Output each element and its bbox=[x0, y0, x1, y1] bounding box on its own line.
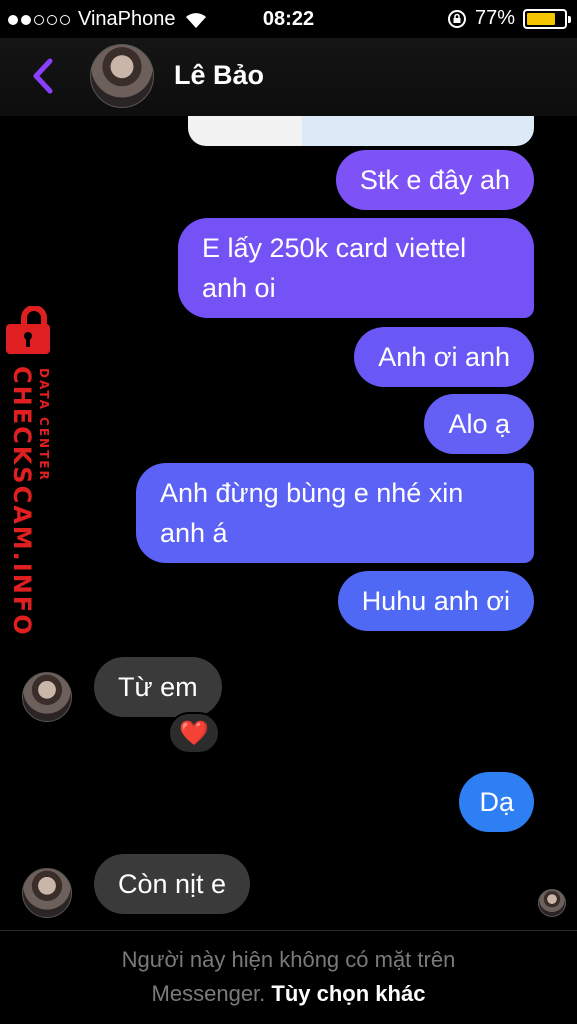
contact-avatar[interactable] bbox=[90, 44, 154, 108]
offline-notice-line2: Messenger. Tùy chọn khác bbox=[0, 977, 577, 1011]
status-right: 77% bbox=[447, 7, 571, 30]
battery-icon bbox=[523, 8, 571, 29]
watermark: CHECKSCAM.INFO DATA CENTER bbox=[0, 306, 70, 637]
battery-percent: 77% bbox=[474, 7, 515, 29]
message-bubble-outgoing[interactable]: Anh ơi anh bbox=[354, 327, 534, 387]
padlock-icon bbox=[6, 306, 50, 354]
message-bubble-outgoing[interactable]: E lấy 250k card viettel anh oi bbox=[178, 218, 534, 318]
offline-notice: Người này hiện không có mặt trên Messeng… bbox=[0, 930, 577, 1024]
offline-notice-messenger: Messenger. bbox=[151, 981, 266, 1006]
message-bubble-outgoing[interactable]: Anh đừng bùng e nhé xin anh á bbox=[136, 463, 534, 563]
offline-notice-line1: Người này hiện không có mặt trên bbox=[121, 947, 456, 972]
status-bar: VinaPhone 08:22 77% bbox=[0, 0, 577, 38]
seen-indicator-avatar bbox=[538, 889, 566, 917]
message-bubble-incoming[interactable]: Từ em bbox=[94, 657, 222, 717]
message-bubble-outgoing[interactable]: Huhu anh ơi bbox=[337, 571, 534, 631]
message-bubble-incoming[interactable]: Còn nịt e bbox=[94, 854, 251, 914]
contact-name[interactable]: Lê Bảo bbox=[174, 60, 264, 91]
conversation-header: Lê Bảo bbox=[0, 38, 577, 116]
sender-avatar[interactable] bbox=[22, 868, 72, 918]
sender-avatar[interactable] bbox=[22, 672, 72, 722]
watermark-subtitle: DATA CENTER bbox=[37, 368, 51, 482]
message-bubble-outgoing[interactable]: Dạ bbox=[459, 772, 534, 832]
back-chevron-icon[interactable] bbox=[28, 56, 58, 96]
rotation-lock-icon bbox=[447, 9, 466, 28]
watermark-title: CHECKSCAM.INFO bbox=[8, 366, 36, 637]
heart-reaction-icon[interactable]: ❤️ bbox=[168, 712, 220, 754]
message-bubble-outgoing[interactable]: Stk e đây ah bbox=[335, 150, 534, 210]
message-bubble-outgoing[interactable]: Alo ạ bbox=[424, 394, 534, 454]
more-options-link[interactable]: Tùy chọn khác bbox=[271, 981, 425, 1006]
